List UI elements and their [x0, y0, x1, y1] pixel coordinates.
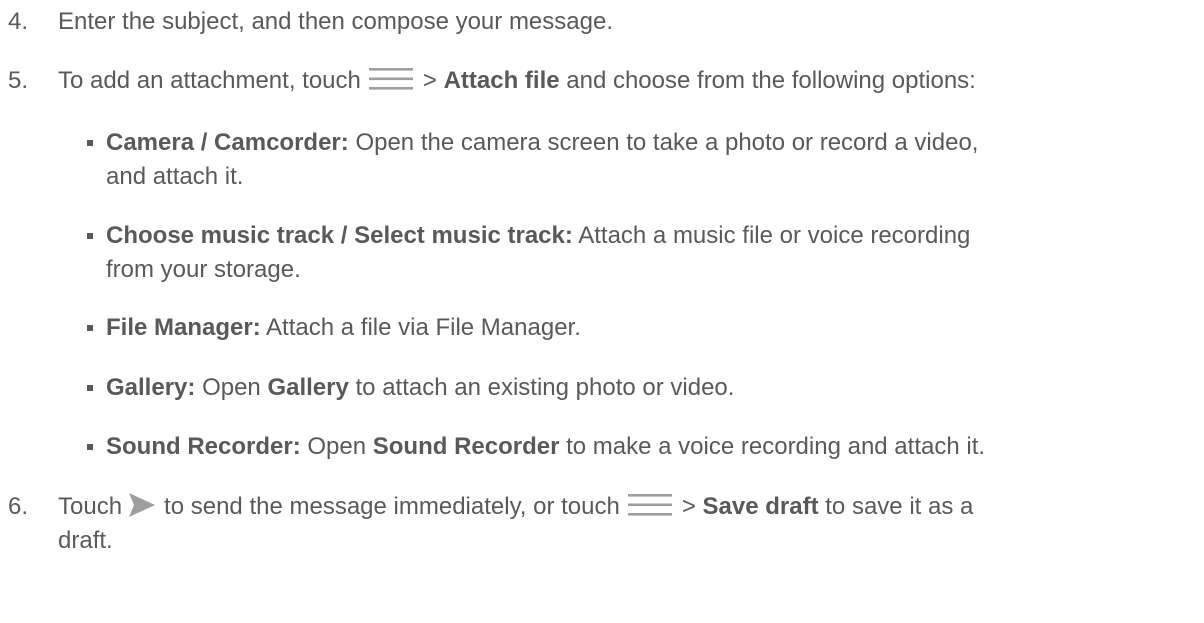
- option-desc-post: to make a voice recording and attach it.: [566, 433, 986, 460]
- option-term: Choose music track / Select music track:: [106, 222, 573, 249]
- bullet-marker: [87, 444, 93, 450]
- sound-recorder-label: Sound Recorder: [372, 433, 560, 460]
- option-desc-cont: from your storage.: [106, 256, 301, 283]
- step-text: To add an attachment, touch > Attach file…: [58, 64, 1198, 98]
- option-desc-cont: and attach it.: [106, 163, 244, 190]
- step-text: Enter the subject, and then compose your…: [58, 8, 613, 35]
- option-desc: Attach a music file or voice recording: [578, 222, 971, 249]
- step-text-mid: to send the message immediately, or touc…: [164, 493, 620, 520]
- option-desc: Open the camera screen to take a photo o…: [355, 129, 979, 156]
- separator: >: [681, 493, 696, 520]
- option-term: File Manager:: [106, 314, 261, 341]
- instructions-page: 4. Enter the subject, and then compose y…: [0, 0, 1204, 623]
- step-text-pre: To add an attachment, touch: [58, 67, 361, 94]
- step-number: 5.: [8, 67, 29, 94]
- option-text: Gallery: Open Gallery to attach an exist…: [106, 371, 1186, 405]
- step-text-post: to save it as a: [825, 493, 974, 520]
- option-desc: Attach a file via File Manager.: [266, 314, 581, 341]
- option-term: Sound Recorder:: [106, 433, 301, 460]
- step-text-post: and choose from the following options:: [566, 67, 976, 94]
- menu-icon: [627, 493, 672, 516]
- menu-icon: [368, 67, 413, 90]
- bullet-marker: [87, 140, 93, 146]
- step-text: Touch to send the message immediately, or…: [58, 490, 1198, 558]
- bullet-marker: [87, 233, 93, 239]
- option-text: Camera / Camcorder: Open the camera scre…: [106, 126, 1186, 194]
- option-desc-post: to attach an existing photo or video.: [355, 374, 735, 401]
- attach-file-label: Attach file: [443, 67, 560, 94]
- option-term: Camera / Camcorder:: [106, 129, 349, 156]
- bullet-marker: [87, 325, 93, 331]
- option-desc-pre: Open: [202, 374, 261, 401]
- send-icon: [129, 492, 156, 517]
- gallery-label: Gallery: [267, 374, 349, 401]
- bullet-marker: [87, 385, 93, 391]
- option-desc-pre: Open: [307, 433, 367, 460]
- option-text: Sound Recorder: Open Sound Recorder to m…: [106, 430, 1186, 464]
- option-term: Gallery:: [106, 374, 196, 401]
- option-text: File Manager: Attach a file via File Man…: [106, 311, 1186, 345]
- save-draft-label: Save draft: [702, 493, 819, 520]
- step-number: 6.: [8, 493, 29, 520]
- step-text-pre: Touch: [58, 493, 123, 520]
- step-number: 4.: [8, 8, 29, 35]
- step-text-cont: draft.: [58, 527, 113, 554]
- separator: >: [422, 67, 437, 94]
- option-text: Choose music track / Select music track:…: [106, 219, 1186, 287]
